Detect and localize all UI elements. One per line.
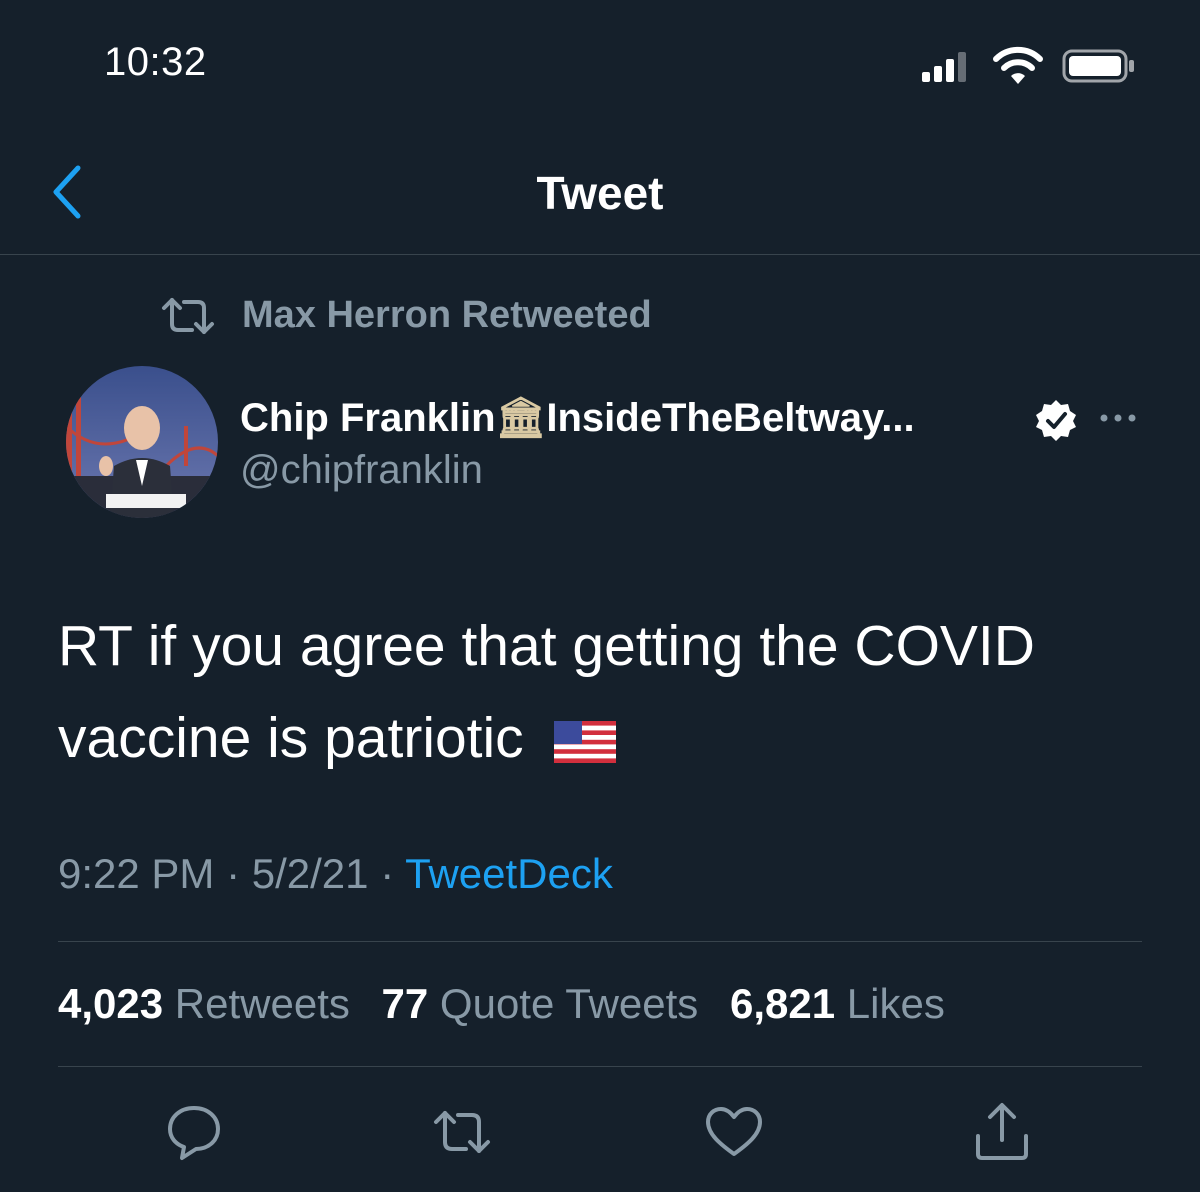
cellular-signal-icon [922,50,966,82]
divider [58,1066,1142,1067]
meta-separator: · [368,850,406,897]
retweet-icon[interactable] [430,1100,494,1164]
tweet-date: 5/2/21 [251,850,369,897]
tweet-stats: 4,023 Retweets 77 Quote Tweets 6,821 Lik… [58,980,965,1028]
likes-stat[interactable]: 6,821 Likes [730,980,945,1027]
retweeted-by-label[interactable]: Max Herron Retweeted [242,294,652,337]
meta-separator: · [214,850,252,897]
likes-count: 6,821 [729,980,836,1027]
page-title: Tweet [536,167,664,219]
wifi-icon [993,46,1043,84]
classical-building-emoji: 🏛 [495,396,547,440]
reply-icon[interactable] [162,1100,226,1164]
quote-tweets-stat[interactable]: 77 Quote Tweets [382,980,699,1027]
likes-label: Likes [846,980,945,1027]
quotes-count: 77 [381,980,429,1027]
divider [58,941,1142,942]
header-divider [0,254,1200,255]
tweet-meta: 9:22 PM · 5/2/21 · TweetDeck [58,850,613,898]
tweet-time: 9:22 PM [58,850,215,897]
tweet-text: RT if you agree that getting the COVID v… [58,600,1158,784]
author-name[interactable]: Chip Franklin🏛InsideTheBeltway... [240,394,915,441]
author-handle[interactable]: @chipfranklin [240,448,483,493]
retweet-context-icon [162,298,214,334]
quotes-label: Quote Tweets [439,980,699,1027]
status-time: 10:32 [104,40,207,84]
retweets-label: Retweets [174,980,350,1027]
author-avatar[interactable] [66,366,218,518]
author-display-name: Chip Franklin [240,396,496,440]
battery-icon [1062,49,1134,83]
retweets-count: 4,023 [58,980,164,1027]
like-icon[interactable] [702,1100,766,1164]
share-icon[interactable] [970,1100,1034,1164]
more-options-icon[interactable] [1096,396,1140,440]
retweets-stat[interactable]: 4,023 Retweets [58,980,350,1027]
tweet-source-link[interactable]: TweetDeck [405,850,613,897]
author-name-suffix: InsideTheBeltway... [546,396,915,440]
verified-badge-icon [1036,400,1076,441]
tweet-body: RT if you agree that getting the COVID v… [58,614,1035,770]
us-flag-emoji [553,720,616,763]
